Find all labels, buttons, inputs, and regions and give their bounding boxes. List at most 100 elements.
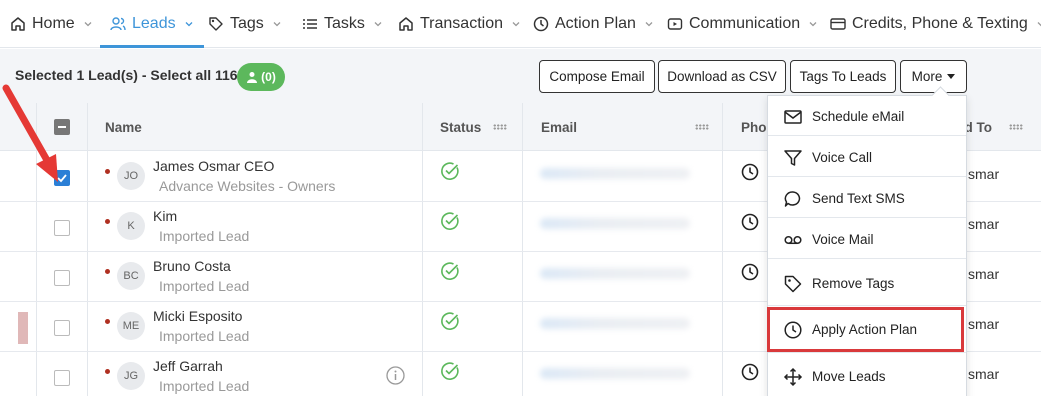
lead-name[interactable]: Micki Esposito (153, 308, 242, 324)
nav-home[interactable]: Home (10, 0, 93, 48)
nav-home-label: Home (32, 15, 75, 32)
voicemail-icon (783, 230, 803, 250)
email-value-blurred (540, 368, 690, 379)
row-checkbox[interactable] (54, 320, 70, 336)
tag-icon (208, 16, 224, 32)
menu-item-label: Voice Call (812, 150, 873, 165)
tag-icon (783, 274, 803, 294)
nav-communication-label: Communication (689, 15, 801, 32)
lead-name[interactable]: James Osmar CEO (153, 158, 274, 174)
video-icon (667, 16, 683, 32)
row-checkbox[interactable] (54, 220, 70, 236)
clock-icon[interactable] (741, 363, 759, 381)
menu-item-voice-call[interactable]: Voice Call (768, 137, 966, 177)
lead-name[interactable]: Kim (153, 208, 177, 224)
highlight-box (767, 307, 964, 352)
email-value-blurred (540, 318, 690, 329)
clock-icon[interactable] (741, 263, 759, 281)
email-value-blurred (540, 168, 690, 179)
column-email-label: Email (541, 119, 578, 135)
avatar: ME (117, 312, 145, 340)
lead-source: Imported Lead (159, 228, 250, 244)
select-all-link[interactable]: Select all 1166 (150, 67, 245, 83)
column-header-name[interactable]: Name (105, 103, 423, 151)
user-icon (247, 72, 258, 83)
column-header-status[interactable]: Status (423, 103, 523, 151)
chevron-down-icon (511, 19, 521, 29)
nav-transaction[interactable]: Transaction (398, 0, 521, 48)
drag-handle-icon[interactable] (493, 124, 507, 130)
nav-tags[interactable]: Tags (208, 0, 282, 48)
menu-item-voice-mail[interactable]: Voice Mail (768, 219, 966, 259)
list-icon (302, 16, 318, 32)
nav-transaction-label: Transaction (420, 15, 503, 32)
move-arrows-icon (783, 367, 803, 387)
nav-credits-phone-texting[interactable]: Credits, Phone & Texting (830, 0, 1041, 48)
compose-email-button[interactable]: Compose Email (539, 60, 655, 93)
row-marker (18, 312, 28, 344)
drag-handle-icon[interactable] (1009, 124, 1023, 130)
nav-tasks[interactable]: Tasks (302, 0, 383, 48)
menu-item-schedule-email[interactable]: Schedule eMail (768, 96, 966, 136)
clock-icon[interactable] (741, 213, 759, 231)
download-csv-label: Download as CSV (667, 69, 777, 84)
info-icon[interactable] (386, 366, 405, 385)
chevron-down-icon (83, 19, 93, 29)
avatar: JG (117, 362, 145, 390)
chevron-down-icon (272, 19, 282, 29)
tags-to-leads-button[interactable]: Tags To Leads (790, 60, 896, 93)
priority-dot (105, 219, 110, 224)
filter-icon (783, 148, 803, 168)
nav-action-plan[interactable]: Action Plan (533, 0, 654, 48)
top-navigation: Home Leads Tags Tasks Transaction Action… (0, 0, 1041, 48)
tags-to-leads-label: Tags To Leads (799, 69, 887, 84)
avatar: JO (117, 162, 145, 190)
clock-icon[interactable] (741, 163, 759, 181)
menu-item-label: Schedule eMail (812, 109, 905, 124)
menu-item-label: Send Text SMS (812, 191, 905, 206)
assigned-to: smar (968, 216, 1000, 232)
more-label: More (911, 69, 943, 84)
nav-communication[interactable]: Communication (667, 0, 818, 48)
priority-dot (105, 319, 110, 324)
caret-down-icon (947, 74, 956, 79)
download-csv-button[interactable]: Download as CSV (658, 60, 786, 93)
more-button[interactable]: More (900, 60, 967, 93)
lead-name[interactable]: Bruno Costa (153, 258, 231, 274)
status-check-icon (441, 212, 459, 230)
row-checkbox[interactable] (54, 370, 70, 386)
menu-item-label: Move Leads (812, 369, 886, 384)
status-check-icon (441, 262, 459, 280)
drag-handle-icon[interactable] (695, 124, 709, 130)
column-status-label: Status (440, 119, 482, 135)
assigned-to: smar (968, 366, 1000, 382)
priority-dot (105, 269, 110, 274)
annotation-arrow-icon (2, 84, 58, 182)
lead-name[interactable]: Jeff Garrah (153, 358, 223, 374)
chevron-down-icon (1036, 19, 1041, 29)
assigned-to: smar (968, 266, 1000, 282)
row-checkbox[interactable] (54, 270, 70, 286)
nav-leads[interactable]: Leads (100, 0, 204, 48)
menu-item-label: Voice Mail (812, 232, 874, 247)
menu-item-move-leads[interactable]: Move Leads (768, 354, 966, 396)
compose-email-label: Compose Email (549, 69, 645, 84)
assigned-to: smar (968, 166, 1000, 182)
chevron-down-icon (184, 19, 194, 29)
menu-item-remove-tags[interactable]: Remove Tags (768, 260, 966, 306)
chevron-down-icon (373, 19, 383, 29)
card-icon (830, 16, 846, 32)
chevron-down-icon (808, 19, 818, 29)
lead-source: Imported Lead (159, 328, 250, 344)
column-header-email[interactable]: Email (523, 103, 723, 151)
envelope-icon (783, 107, 803, 127)
nav-credits-label: Credits, Phone & Texting (852, 15, 1028, 32)
email-value-blurred (540, 268, 690, 279)
chevron-down-icon (644, 19, 654, 29)
selected-users-badge[interactable]: (0) (237, 63, 285, 91)
nav-leads-label: Leads (132, 15, 176, 32)
avatar: BC (117, 262, 145, 290)
menu-item-send-text-sms[interactable]: Send Text SMS (768, 178, 966, 218)
email-value-blurred (540, 218, 690, 229)
menu-item-label: Remove Tags (812, 276, 895, 291)
